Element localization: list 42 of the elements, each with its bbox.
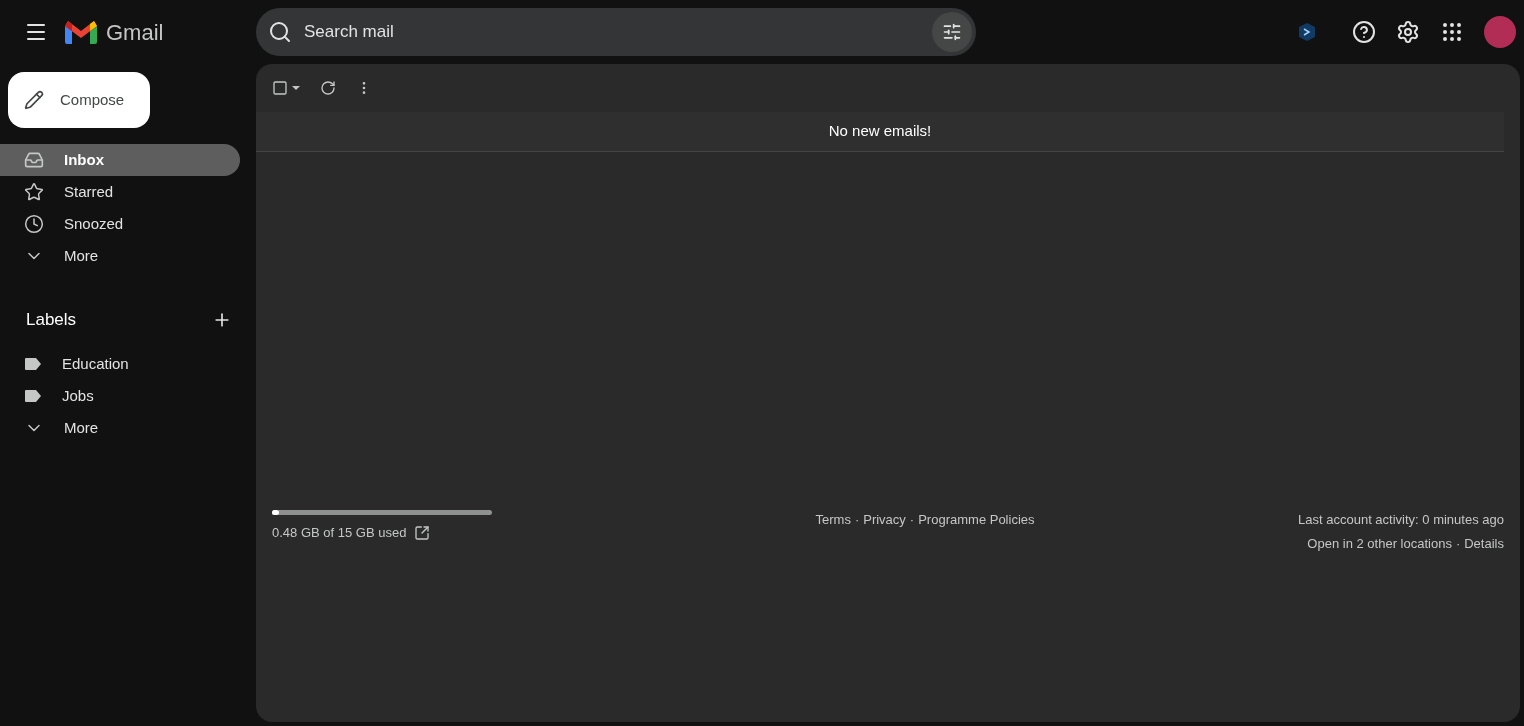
star-icon <box>24 182 44 202</box>
separator: · <box>1455 534 1461 553</box>
nav-item[interactable]: More <box>0 240 240 272</box>
logo-icon[interactable] <box>64 19 98 45</box>
nav-item[interactable]: Snoozed <box>0 208 240 240</box>
footer-link[interactable]: Terms <box>815 510 851 530</box>
label-icon <box>24 389 42 403</box>
pencil-icon <box>24 90 44 110</box>
storage-text: 0.48 GB of 15 GB used <box>272 524 407 542</box>
compose-button[interactable]: Compose <box>8 72 150 128</box>
clock-icon <box>24 214 44 234</box>
footer-link[interactable]: Privacy <box>863 510 906 530</box>
checkbox-icon[interactable] <box>272 80 288 96</box>
separator: · <box>854 511 860 529</box>
nav-item[interactable]: Starred <box>0 176 240 208</box>
details-link[interactable]: Details <box>1464 533 1504 553</box>
help-icon[interactable] <box>1352 20 1376 44</box>
avatar[interactable] <box>1484 16 1516 48</box>
footer-link[interactable]: Programme Policies <box>918 510 1035 530</box>
labels-heading: Labels <box>26 309 77 332</box>
label-icon <box>24 357 42 371</box>
nav-item[interactable]: Inbox <box>0 144 240 176</box>
app-name: Gmail <box>106 18 164 47</box>
separator: · <box>909 511 915 529</box>
search-bar[interactable]: Search mail <box>256 8 976 56</box>
activity-text: Last account activity: 0 minutes ago <box>1298 511 1504 529</box>
sliders-icon <box>942 22 962 42</box>
inbox-icon <box>24 150 44 170</box>
refresh-icon[interactable] <box>320 80 336 96</box>
label-item[interactable]: Education <box>0 348 240 380</box>
caret-icon[interactable] <box>292 86 300 90</box>
label-item[interactable]: More <box>0 412 240 444</box>
extension-icon[interactable] <box>1298 22 1316 42</box>
settings-icon[interactable] <box>1396 20 1420 44</box>
search-icon[interactable] <box>268 20 292 44</box>
external-link-icon[interactable] <box>414 524 431 541</box>
filter-button[interactable] <box>932 12 972 52</box>
search-input[interactable]: Search mail <box>292 19 932 45</box>
label-item[interactable]: Jobs <box>0 380 240 412</box>
apps-icon[interactable] <box>1440 20 1464 44</box>
locations-text: Open in 2 other locations <box>1307 534 1452 553</box>
empty-message-row: No new emails! <box>256 112 1504 152</box>
